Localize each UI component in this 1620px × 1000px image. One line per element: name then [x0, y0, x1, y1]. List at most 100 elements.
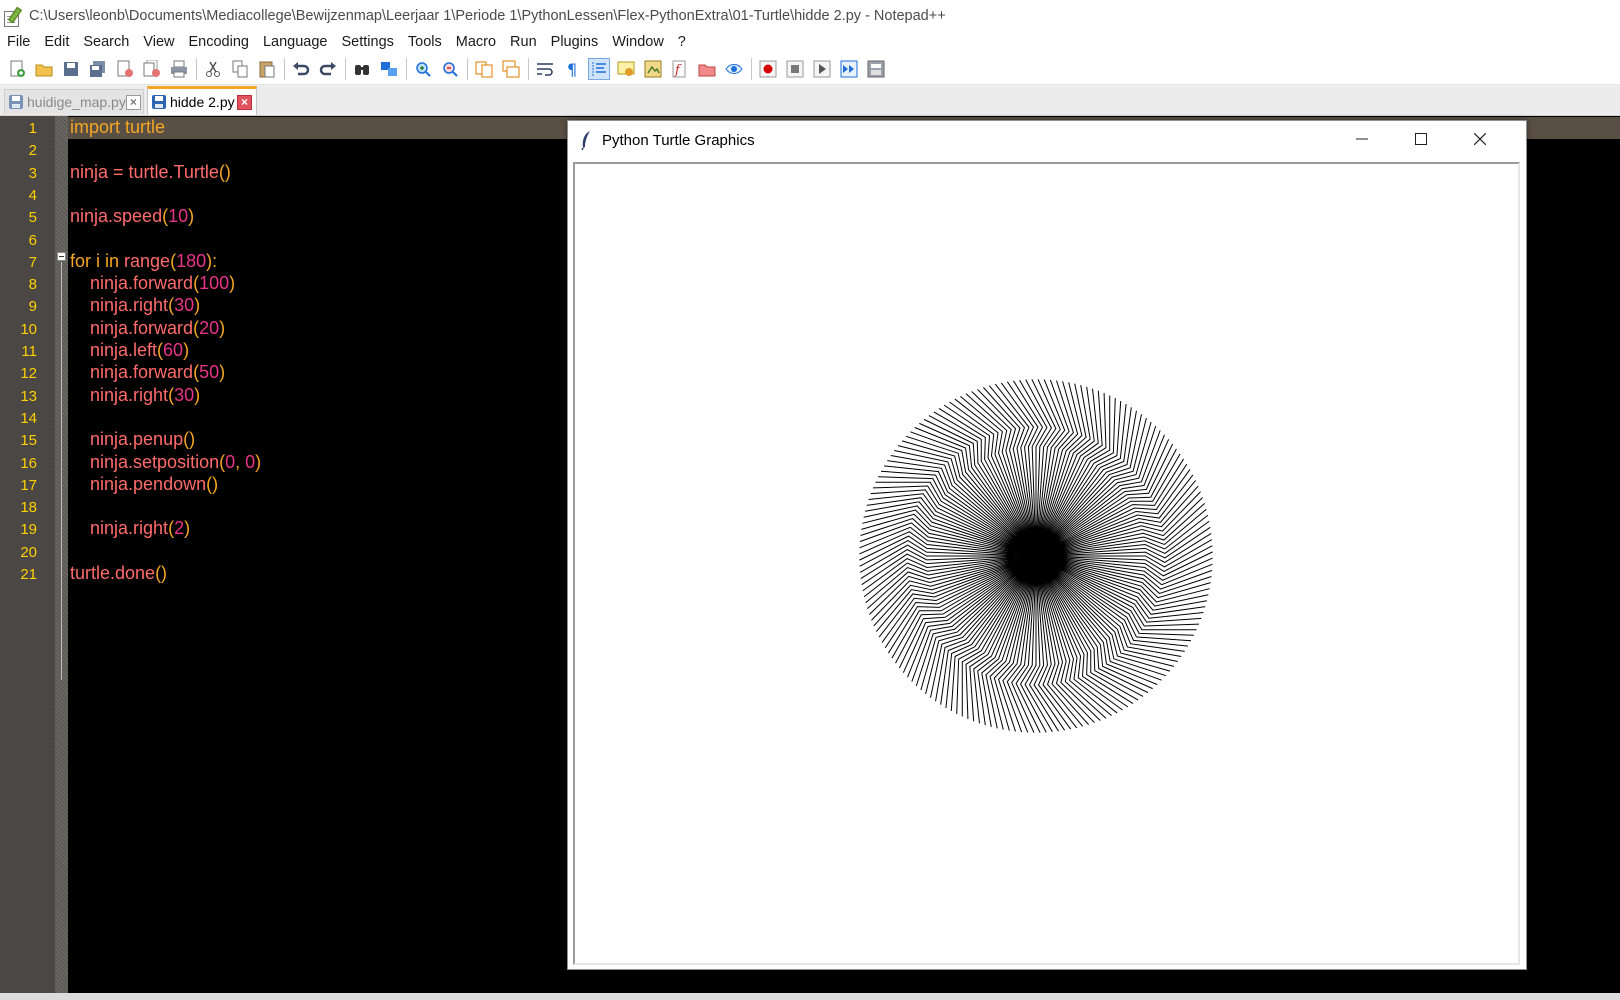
- code-line: ninja = turtle.Turtle(): [70, 162, 231, 183]
- macro-stop-icon[interactable]: [784, 58, 806, 80]
- close-tab-icon[interactable]: ×: [125, 94, 141, 110]
- code-line: ninja.pendown(): [70, 474, 218, 495]
- code-token: ninja.forward: [70, 317, 194, 338]
- cut-icon[interactable]: [202, 58, 224, 80]
- save-all-icon[interactable]: [87, 58, 109, 80]
- code-token: ): [255, 451, 262, 472]
- code-token: ninja.forward: [70, 273, 194, 294]
- code-token: ):: [206, 250, 218, 271]
- line-number: 7: [28, 253, 37, 271]
- code-token: ninja.forward: [70, 362, 194, 383]
- code-token: 20: [199, 317, 220, 338]
- menu-window[interactable]: Window: [605, 34, 671, 50]
- toolbar-separator: [751, 57, 752, 80]
- tab-label: huidige_map.py: [27, 94, 126, 110]
- menu-language[interactable]: Language: [256, 34, 335, 50]
- close-tab-icon[interactable]: ×: [237, 94, 252, 110]
- macro-save-icon[interactable]: [865, 58, 887, 80]
- undo-icon[interactable]: [290, 58, 312, 80]
- line-number: 9: [28, 298, 37, 316]
- line-number: 3: [28, 164, 37, 182]
- monitoring-eye-icon[interactable]: [723, 58, 745, 80]
- indent-guide-icon[interactable]: [588, 57, 610, 80]
- maximize-button[interactable]: [1398, 121, 1444, 157]
- code-token: (): [206, 473, 219, 494]
- code-token: 2: [174, 518, 185, 539]
- maximize-icon: [1415, 133, 1427, 145]
- redo-icon[interactable]: [317, 58, 339, 80]
- replace-icon[interactable]: [378, 58, 400, 80]
- find-icon[interactable]: [351, 58, 373, 80]
- code-token: (): [183, 429, 196, 450]
- code-line: turtle.done(): [70, 563, 167, 584]
- menu-edit[interactable]: Edit: [37, 34, 76, 50]
- menu-run[interactable]: Run: [503, 34, 544, 50]
- show-all-characters-icon[interactable]: ¶: [561, 58, 583, 80]
- menu-help[interactable]: ?: [671, 34, 693, 50]
- turtle-graphics-window[interactable]: Python Turtle Graphics: [567, 120, 1527, 970]
- sync-horizontal-icon[interactable]: [500, 58, 522, 80]
- copy-icon[interactable]: [229, 58, 251, 80]
- code-token: import turtle: [70, 117, 166, 137]
- code-token: ): [194, 384, 201, 405]
- line-number: 21: [20, 566, 37, 583]
- minimize-icon: [1356, 138, 1368, 140]
- code-token: ,: [235, 451, 246, 472]
- minimize-button[interactable]: [1339, 121, 1385, 157]
- line-number: 1: [28, 120, 37, 137]
- user-language-icon[interactable]: [615, 58, 637, 80]
- sync-vertical-icon[interactable]: [473, 58, 495, 80]
- fold-toggle-icon[interactable]: [57, 252, 66, 261]
- print-icon[interactable]: [168, 58, 190, 80]
- title-bar: C:\Users\leonb\Documents\Mediacollege\Be…: [0, 0, 1620, 31]
- open-folder-icon[interactable]: [33, 58, 55, 80]
- feather-icon: [580, 130, 594, 151]
- new-file-icon[interactable]: [6, 58, 28, 80]
- save-icon[interactable]: [60, 58, 82, 80]
- code-token: ninja.right: [70, 295, 169, 316]
- close-all-icon[interactable]: [141, 58, 163, 80]
- macro-play-icon[interactable]: [811, 58, 833, 80]
- code-token: ninja.right: [70, 384, 169, 405]
- document-map-icon[interactable]: [642, 58, 664, 80]
- code-token: 30: [174, 295, 195, 316]
- code-token: (): [218, 161, 231, 182]
- menu-encoding[interactable]: Encoding: [182, 34, 256, 50]
- menu-search[interactable]: Search: [76, 34, 136, 50]
- line-number: 5: [28, 209, 37, 227]
- macro-run-multiple-icon[interactable]: [838, 58, 860, 80]
- notepadpp-app-icon: [3, 6, 23, 27]
- menu-tools[interactable]: Tools: [401, 34, 449, 50]
- close-file-icon[interactable]: [114, 58, 136, 80]
- code-token: (): [155, 563, 168, 583]
- word-wrap-icon[interactable]: [534, 58, 556, 80]
- paste-icon[interactable]: [256, 58, 278, 80]
- menu-file[interactable]: File: [0, 34, 37, 50]
- folder-as-workspace-icon[interactable]: [696, 58, 718, 80]
- menu-view[interactable]: View: [136, 34, 181, 50]
- macro-record-icon[interactable]: [757, 58, 779, 80]
- code-token: range: [124, 250, 171, 271]
- fold-range-line: [61, 262, 62, 680]
- zoom-in-icon[interactable]: [412, 58, 434, 80]
- menu-bar: File Edit Search View Encoding Language …: [0, 31, 1620, 53]
- close-button[interactable]: [1457, 121, 1503, 157]
- menu-plugins[interactable]: Plugins: [544, 34, 606, 50]
- document-tab-bar: huidige_map.py × hidde 2.py ×: [0, 86, 1620, 116]
- code-token: ): [188, 206, 195, 227]
- code-line: ninja.right(30): [70, 295, 200, 316]
- code-token: ): [229, 273, 236, 294]
- tab-hidde-2[interactable]: hidde 2.py ×: [147, 86, 257, 115]
- turtle-canvas[interactable]: [573, 162, 1520, 965]
- zoom-out-icon[interactable]: [439, 58, 461, 80]
- line-number: 18: [20, 499, 37, 517]
- code-token: ninja.right: [70, 518, 169, 539]
- menu-settings[interactable]: Settings: [334, 34, 400, 50]
- code-line: ninja.forward(100): [70, 273, 235, 294]
- function-list-icon[interactable]: f: [669, 58, 691, 80]
- tab-label: hidde 2.py: [170, 94, 235, 110]
- tab-huidige-map[interactable]: huidige_map.py ×: [4, 89, 144, 114]
- toolbar-separator: [467, 57, 468, 80]
- menu-macro[interactable]: Macro: [449, 34, 503, 50]
- code-token: 0: [225, 451, 236, 472]
